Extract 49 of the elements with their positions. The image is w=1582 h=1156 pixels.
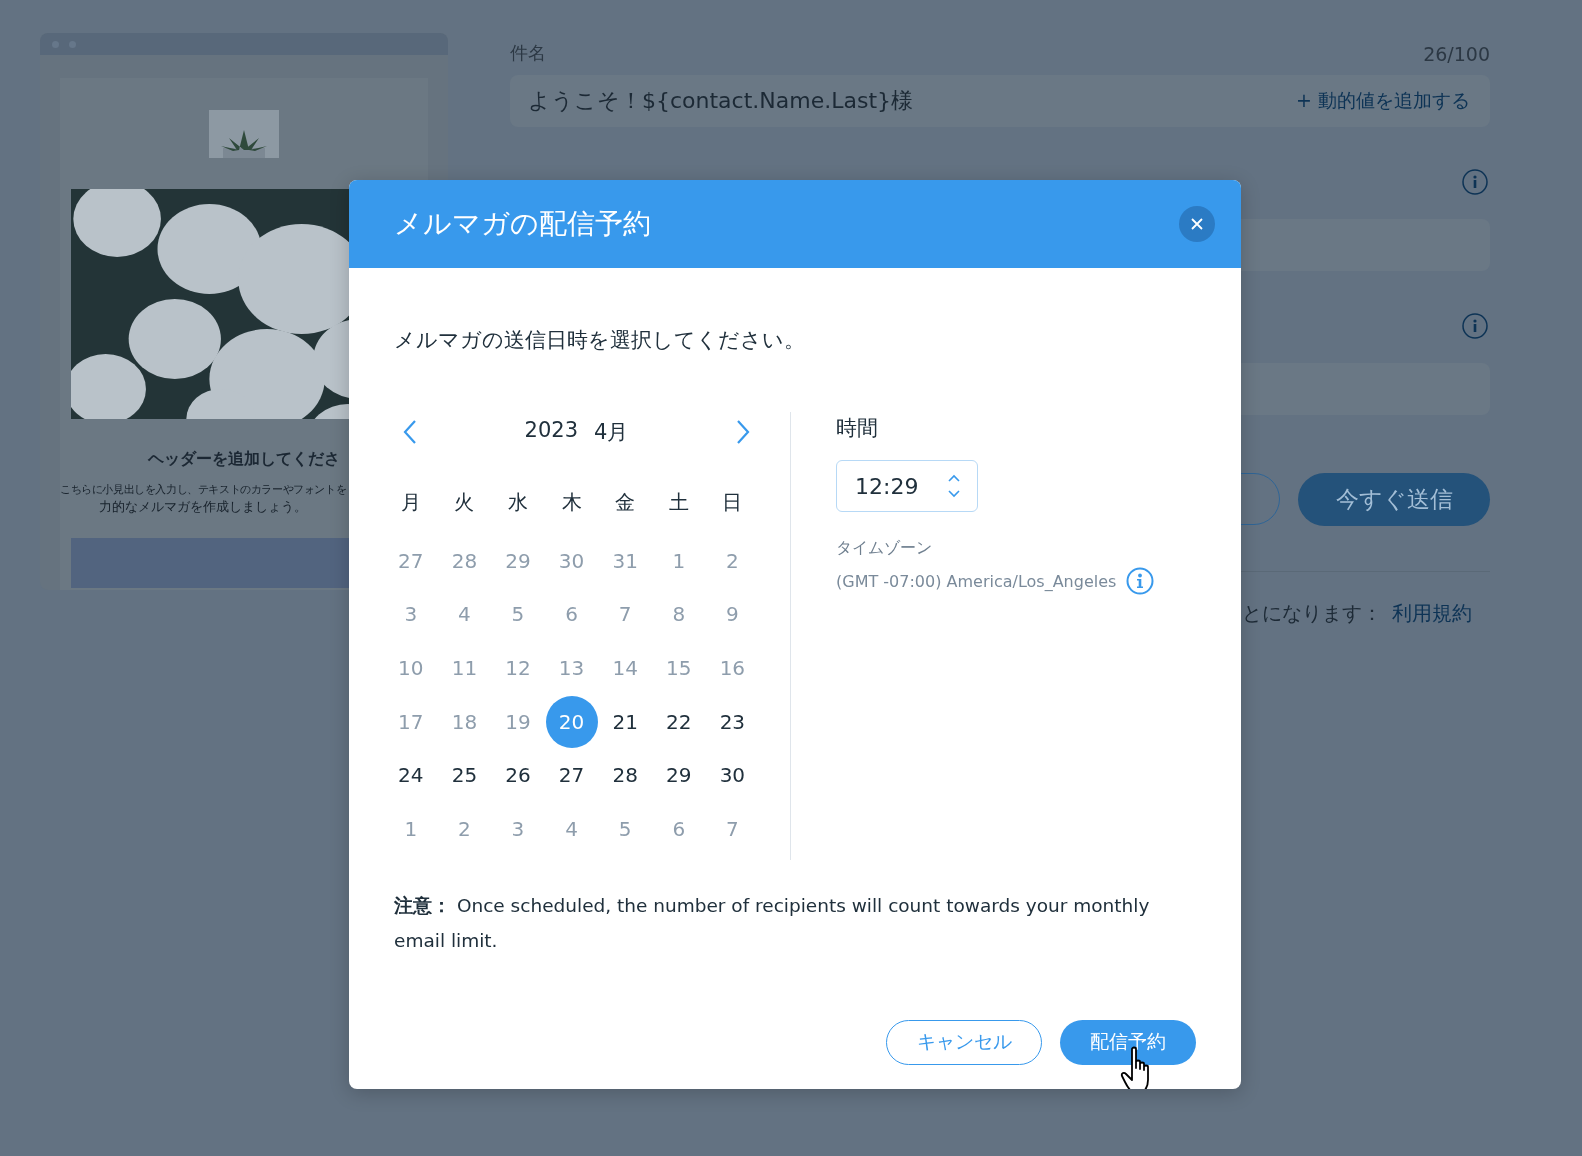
calendar-day[interactable]: 23: [706, 695, 759, 748]
preview-heading: ヘッダーを追加してくださ: [148, 449, 340, 470]
preview-text: こちらに小見出しを入力し、テキストのカラーやフォントを: [60, 482, 347, 498]
dialog-title: メルマガの配信予約: [394, 206, 651, 242]
note-text: 注意： Once scheduled, the number of recipients will count towards your monthly email limit.: [394, 893, 1151, 953]
weekday-label: 日: [722, 488, 743, 516]
stepper-icon[interactable]: [947, 472, 961, 500]
cancel-button[interactable]: キャンセル: [886, 1019, 1042, 1065]
character-counter: 26/100: [1423, 43, 1490, 65]
info-icon[interactable]: [1462, 313, 1488, 339]
terms-link[interactable]: 利用規約: [1392, 600, 1472, 627]
calendar-day[interactable]: 21: [599, 695, 652, 748]
calendar-day[interactable]: 25: [438, 749, 491, 802]
dialog-prompt: メルマガの送信日時を選択してください。: [394, 327, 806, 354]
schedule-button[interactable]: 配信予約: [1060, 1019, 1196, 1065]
weekday-label: 月: [400, 488, 421, 516]
info-icon[interactable]: [1462, 169, 1488, 195]
close-button[interactable]: [1179, 206, 1215, 242]
previous-month-icon[interactable]: [402, 419, 418, 445]
time-label: 時間: [836, 415, 879, 442]
preview-text: 力的なメルマガを作成しましょう。: [99, 498, 308, 516]
calendar-day[interactable]: 26: [492, 749, 544, 802]
close-icon: [1190, 217, 1204, 231]
weekday-label: 火: [454, 488, 475, 516]
calendar-day[interactable]: 29: [652, 749, 705, 802]
calendar-day[interactable]: 27: [545, 749, 598, 802]
add-dynamic-value-link[interactable]: + 動的値を追加する: [1296, 88, 1470, 114]
calendar-year: 2023: [524, 418, 579, 444]
subject-field[interactable]: ようこそ！${contact.Name.Last}様 + 動的値を追加する: [510, 75, 1490, 127]
timezone-value: (GMT -07:00) America/Los_Angeles: [836, 571, 1117, 591]
weekday-label: 木: [561, 488, 582, 516]
calendar-day[interactable]: 24: [384, 749, 437, 802]
field-label: 件名: [510, 41, 546, 65]
time-value: 12:29: [855, 473, 919, 499]
calendar-day[interactable]: 22: [652, 695, 705, 748]
weekday-label: 土: [668, 488, 689, 516]
calendar-day[interactable]: 28: [599, 749, 652, 802]
send-now-button[interactable]: 今すぐ送信: [1298, 473, 1490, 526]
weekday-label: 水: [508, 488, 528, 516]
timezone-label: タイムゾーン: [836, 538, 933, 559]
next-month-icon[interactable]: [735, 419, 751, 445]
info-icon[interactable]: [1126, 567, 1155, 595]
calendar-day[interactable]: 30: [706, 749, 759, 802]
subject-value: ようこそ！${contact.Name.Last}様: [528, 87, 914, 115]
calendar-day[interactable]: 20: [545, 695, 598, 748]
calendar-month: 4月: [594, 419, 629, 446]
time-field[interactable]: 12:29: [836, 460, 978, 512]
terms-text: とになります：: [1242, 600, 1382, 627]
weekday-label: 金: [615, 488, 636, 516]
